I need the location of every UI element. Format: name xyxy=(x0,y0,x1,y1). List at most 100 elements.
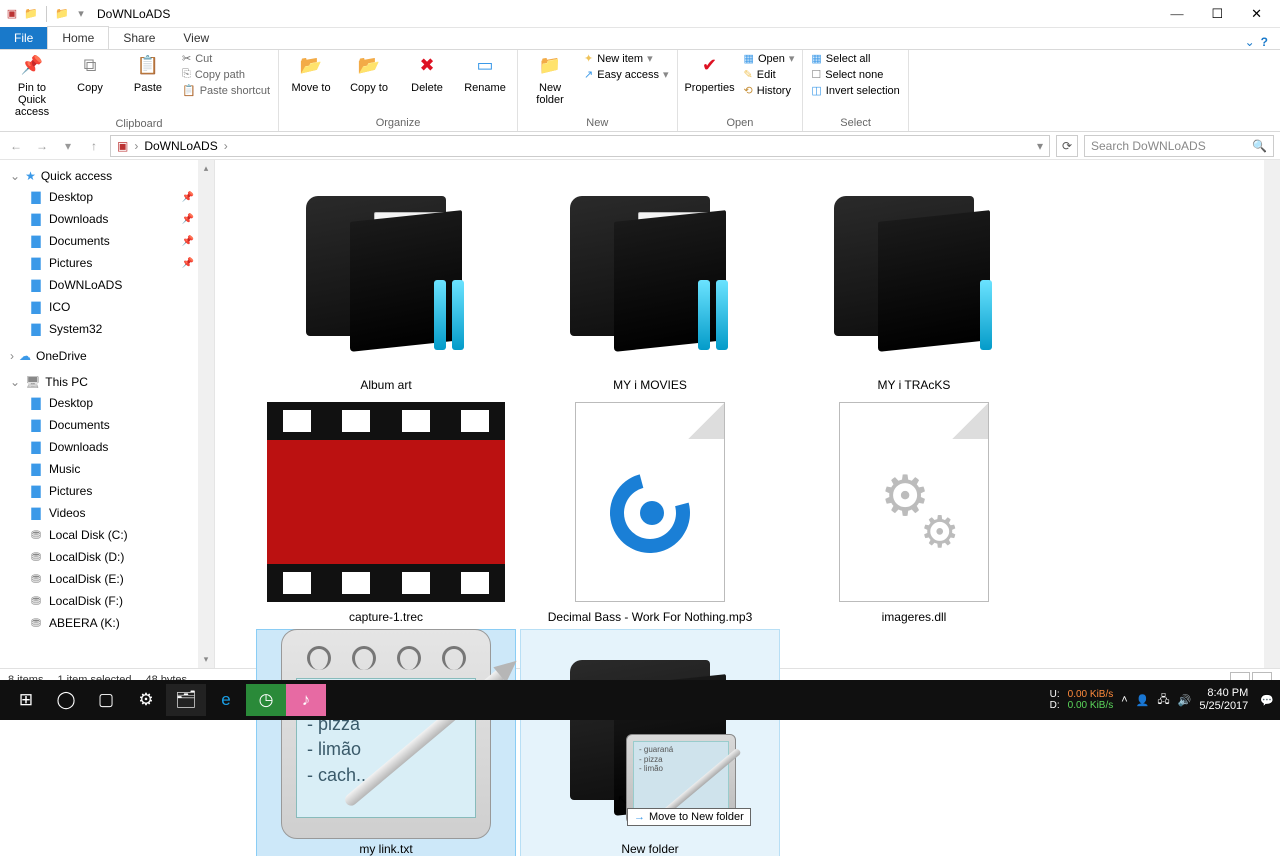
nav-onedrive[interactable]: › ☁ OneDrive xyxy=(0,346,214,366)
chevron-down-icon: ⌄ xyxy=(10,375,20,389)
nav-pc-item[interactable]: ▇Pictures xyxy=(0,480,214,502)
nav-quick-item[interactable]: ▇Documents📌 xyxy=(0,230,214,252)
ribbon-collapse-icon[interactable]: ⌄ xyxy=(1245,35,1255,49)
pin-icon: 📌 xyxy=(182,214,194,225)
new-item-button[interactable]: ✦New item ▾ xyxy=(584,52,669,65)
nav-quick-item[interactable]: ▇Desktop📌 xyxy=(0,186,214,208)
app-taskbar-icon[interactable]: ♪ xyxy=(286,684,326,716)
task-view-button[interactable]: ▢ xyxy=(86,684,126,716)
nav-pc-item[interactable]: ⛃LocalDisk (D:) xyxy=(0,546,214,568)
nav-up-button[interactable]: ↑ xyxy=(84,139,104,153)
item-label: imageres.dll xyxy=(882,606,947,624)
explorer-taskbar-icon[interactable]: 🗂 xyxy=(166,684,206,716)
paste-button[interactable]: 📋 Paste xyxy=(124,52,172,94)
crumb-sep-icon[interactable]: › xyxy=(224,139,228,153)
nav-quick-item[interactable]: ▇ICO xyxy=(0,296,214,318)
nav-pc-item[interactable]: ▇Downloads xyxy=(0,436,214,458)
item-video-file[interactable]: capture-1.trec xyxy=(257,398,515,624)
nav-quick-item[interactable]: ▇Downloads📌 xyxy=(0,208,214,230)
navigation-pane[interactable]: ⌄ ★ Quick access ▇Desktop📌▇Downloads📌▇Do… xyxy=(0,160,215,668)
item-dll-file[interactable]: ⚙⚙ imageres.dll xyxy=(785,398,1043,624)
taskbar[interactable]: ⊞ ◯ ▢ ⚙ 🗂 e ◷ ♪ U: D: 0.00 KiB/s 0.00 Ki… xyxy=(0,680,1280,720)
net-down-rate: 0.00 KiB/s xyxy=(1068,689,1114,700)
tray-people-icon[interactable]: 👤 xyxy=(1136,694,1150,707)
item-folder[interactable]: MY i TRAcKS xyxy=(785,166,1043,392)
nav-this-pc[interactable]: ⌄ 🖥 This PC xyxy=(0,372,214,392)
invert-selection-button[interactable]: ◫Invert selection xyxy=(811,84,899,97)
edit-button[interactable]: ✎Edit xyxy=(744,68,795,81)
nav-pc-item[interactable]: ⛃ABEERA (K:) xyxy=(0,612,214,634)
open-button[interactable]: ▦Open ▾ xyxy=(744,52,795,65)
item-folder[interactable]: Album art xyxy=(257,166,515,392)
onedrive-icon: ☁ xyxy=(19,349,31,363)
nav-pc-item[interactable]: ▇Documents xyxy=(0,414,214,436)
delete-button[interactable]: ✖ Delete xyxy=(403,52,451,94)
nav-pc-item[interactable]: ▇Music xyxy=(0,458,214,480)
new-folder-button[interactable]: 📁 New folder xyxy=(526,52,574,106)
tray-volume-icon[interactable]: 🔊 xyxy=(1178,694,1192,707)
nav-pc-item[interactable]: ⛃LocalDisk (F:) xyxy=(0,590,214,612)
nav-pc-item[interactable]: ⛃LocalDisk (E:) xyxy=(0,568,214,590)
content-scrollbar[interactable] xyxy=(1264,160,1280,668)
select-none-icon: ☐ xyxy=(811,68,821,81)
address-dropdown-icon[interactable]: ▾ xyxy=(1037,139,1043,153)
rename-button[interactable]: ▭ Rename xyxy=(461,52,509,94)
copy-button[interactable]: ⧉ Copy xyxy=(66,52,114,94)
select-none-button[interactable]: ☐Select none xyxy=(811,68,899,81)
nav-quick-access[interactable]: ⌄ ★ Quick access xyxy=(0,166,214,186)
group-organize-label: Organize xyxy=(287,117,509,131)
minimize-button[interactable]: — xyxy=(1170,6,1183,22)
item-text-file[interactable]: - guaraná - pizza - limão - cach... my l… xyxy=(257,630,515,856)
item-folder[interactable]: MY i MOVIES xyxy=(521,166,779,392)
nav-pc-item[interactable]: ▇Desktop xyxy=(0,392,214,414)
refresh-button[interactable]: ⟳ xyxy=(1056,135,1078,157)
nav-quick-item[interactable]: ▇System32 xyxy=(0,318,214,340)
tray-clock[interactable]: 8:40 PM 5/25/2017 xyxy=(1199,687,1252,713)
camtasia-taskbar-icon[interactable]: ◷ xyxy=(246,684,286,716)
nav-back-button[interactable]: ← xyxy=(6,139,26,153)
copy-to-button[interactable]: 📂 Copy to xyxy=(345,52,393,94)
settings-taskbar-icon[interactable]: ⚙ xyxy=(126,684,166,716)
address-bar[interactable]: ▣ › DoWNLoADS › ▾ xyxy=(110,135,1050,157)
help-icon[interactable]: ? xyxy=(1261,35,1268,49)
easy-access-button[interactable]: ↗Easy access ▾ xyxy=(584,68,669,81)
nav-quick-item[interactable]: ▇Pictures📌 xyxy=(0,252,214,274)
item-audio-file[interactable]: Decimal Bass - Work For Nothing.mp3 xyxy=(521,398,779,624)
tab-home[interactable]: Home xyxy=(47,26,109,49)
select-all-button[interactable]: ▦Select all xyxy=(811,52,899,65)
copy-path-icon: ⎘ xyxy=(182,68,191,81)
tray-network-icon[interactable]: 🖧 xyxy=(1157,691,1169,710)
folder-icon: ▇ xyxy=(28,321,44,337)
folder-icon: ▇ xyxy=(28,211,44,227)
move-to-button[interactable]: 📂 Move to xyxy=(287,52,335,94)
maximize-button[interactable]: ☐ xyxy=(1211,6,1223,22)
file-list[interactable]: Album art MY i MOVIES MY i TRAcKS captur… xyxy=(215,160,1280,668)
pin-quick-access-button[interactable]: 📌 Pin to Quick access xyxy=(8,52,56,118)
close-button[interactable]: ✕ xyxy=(1251,6,1262,22)
tray-expand-icon[interactable]: ˄ xyxy=(1121,694,1127,706)
tab-view[interactable]: View xyxy=(169,27,223,49)
tray-notifications-icon[interactable]: 💬 xyxy=(1260,694,1274,707)
search-icon[interactable]: 🔍 xyxy=(1252,139,1267,153)
edge-taskbar-icon[interactable]: e xyxy=(206,684,246,716)
cortana-button[interactable]: ◯ xyxy=(46,684,86,716)
breadcrumb[interactable]: DoWNLoADS xyxy=(144,139,217,153)
cut-button[interactable]: ✂Cut xyxy=(182,52,270,65)
nav-scrollbar[interactable]: ▴▾ xyxy=(198,160,214,668)
nav-pc-item[interactable]: ▇Videos xyxy=(0,502,214,524)
nav-pc-item[interactable]: ⛃Local Disk (C:) xyxy=(0,524,214,546)
history-button[interactable]: ⟲History xyxy=(744,84,795,97)
tab-file[interactable]: File xyxy=(0,27,47,49)
item-folder-droptarget[interactable]: - guaraná - pizza - limão New folder → M… xyxy=(521,630,779,856)
start-button[interactable]: ⊞ xyxy=(6,684,46,716)
properties-button[interactable]: ✔ Properties xyxy=(686,52,734,94)
net-up-rate: 0.00 KiB/s xyxy=(1068,700,1114,711)
paste-shortcut-button[interactable]: 📋Paste shortcut xyxy=(182,84,270,97)
nav-recent-button[interactable]: ▾ xyxy=(58,139,78,153)
copy-path-button[interactable]: ⎘Copy path xyxy=(182,68,270,81)
search-box[interactable]: Search DoWNLoADS 🔍 xyxy=(1084,135,1274,157)
tab-share[interactable]: Share xyxy=(109,27,169,49)
nav-quick-item[interactable]: ▇DoWNLoADS xyxy=(0,274,214,296)
qat-dropdown-icon[interactable]: ▾ xyxy=(73,6,89,22)
nav-forward-button[interactable]: → xyxy=(32,139,52,153)
